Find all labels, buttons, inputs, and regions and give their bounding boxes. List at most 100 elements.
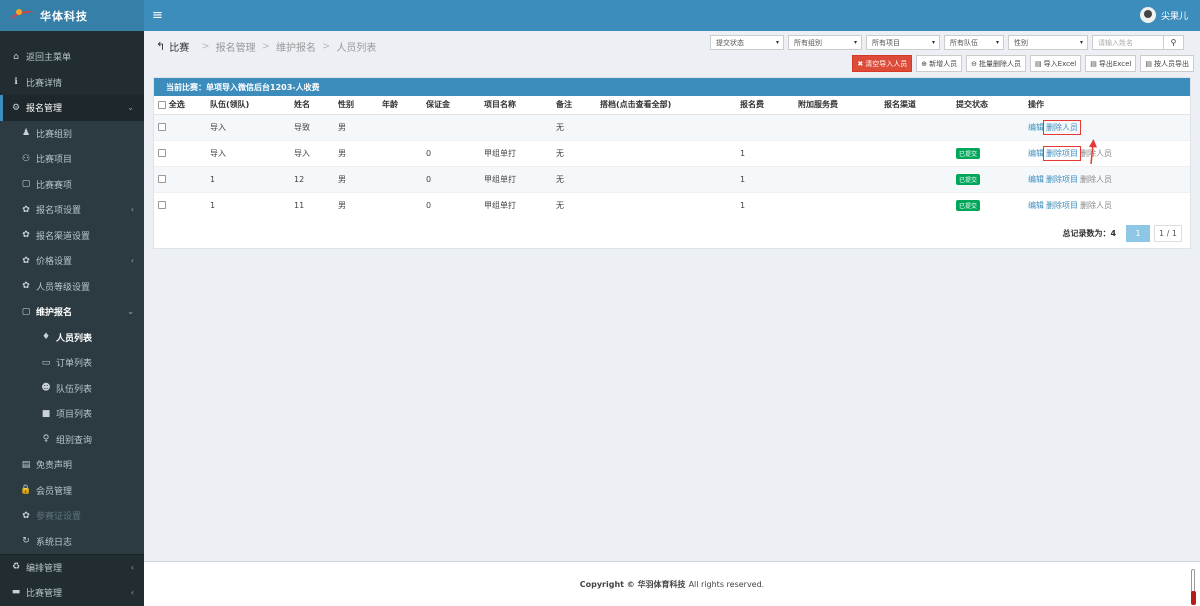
team-select[interactable]: 所有队伍 ▾: [944, 35, 1004, 50]
sidebar-item-registration-management[interactable]: ⚙ 报名管理 ⌄: [0, 95, 144, 121]
header-team: 队伍(领队): [206, 96, 290, 115]
sidebar-item-disclaimer[interactable]: ▤ 免责声明: [0, 452, 144, 478]
export-by-person-button[interactable]: ▤ 按人员导出: [1140, 55, 1194, 72]
sidebar-item-match-details[interactable]: ℹ 比赛详情: [0, 70, 144, 96]
sidebar-nav: ⌂ 返回主菜单 ℹ 比赛详情 ⚙ 报名管理 ⌄ ♟ 比赛组别 ⚇ 比赛项目 ▢ 比赛赛项 ✿ 报…: [0, 44, 144, 605]
project-select[interactable]: 所有项目 ▾: [866, 35, 940, 50]
sidebar-item-badge-settings[interactable]: ✿ 参赛证设置: [0, 503, 144, 529]
brand-logo[interactable]: 华体科技: [0, 0, 144, 31]
sidebar-item-registration-fields[interactable]: ✿ 报名项设置 ‹: [0, 197, 144, 223]
cell-name: 导致: [290, 113, 334, 140]
panel-title: 当前比赛：单项导入微信后台1203-人收费: [154, 78, 1190, 96]
status-badge: 已提交: [956, 147, 981, 159]
gamepad-icon: ⚇: [21, 153, 31, 164]
sidebar-item-label: 人员列表: [56, 333, 93, 344]
edit-link[interactable]: 编辑: [1028, 123, 1044, 132]
delete-project-link[interactable]: 删除项目: [1043, 145, 1081, 161]
cell-project: 甲组单打: [480, 165, 552, 192]
thermometer-icon: [1191, 569, 1196, 605]
sidebar-item-registration-channels[interactable]: ✿ 报名渠道设置: [0, 222, 144, 248]
gear-icon: ✿: [22, 230, 30, 241]
sidebar-item-match-projects[interactable]: ⚇ 比赛项目: [0, 146, 144, 172]
header-partner[interactable]: 搭档(点击查看全部): [596, 96, 736, 115]
batch-delete-button[interactable]: ⊖ 批量删除人员: [966, 55, 1027, 72]
search-button[interactable]: ⚲: [1164, 35, 1184, 50]
cell-extra-fee: [794, 139, 880, 166]
delete-project-link[interactable]: 删除项目: [1046, 201, 1078, 210]
header-age: 年龄: [378, 96, 422, 115]
select-all-header[interactable]: 全选: [154, 96, 206, 115]
add-person-button[interactable]: ⊕ 新增人员: [916, 55, 963, 72]
sidebar-item-order-list[interactable]: ▭ 订单列表: [0, 350, 144, 376]
cell-gender: 男: [334, 139, 378, 166]
delete-person-link[interactable]: 删除人员: [1080, 175, 1112, 184]
header-extra-fee: 附加服务费: [794, 96, 880, 115]
cell-project: [480, 113, 552, 140]
row-checkbox[interactable]: [154, 113, 206, 140]
delete-person-link[interactable]: 删除人员: [1080, 201, 1112, 210]
person-list-panel: 当前比赛：单项导入微信后台1203-人收费 全选 队伍(领队) 姓名 性别 年龄…: [153, 77, 1191, 249]
list-icon: ▬: [11, 587, 21, 598]
sidebar-item-match-events[interactable]: ▢ 比赛赛项: [0, 171, 144, 197]
row-checkbox[interactable]: [154, 165, 206, 192]
menu-toggle-icon[interactable]: ≡: [152, 8, 163, 23]
edit-link[interactable]: 编辑: [1028, 175, 1044, 184]
sidebar-item-member-management[interactable]: 🔒 会员管理: [0, 477, 144, 503]
chevron-down-icon: ⌄: [127, 307, 134, 317]
sidebar-item-person-list[interactable]: ♦ 人员列表: [0, 324, 144, 350]
breadcrumb-item-registration-management[interactable]: 报名管理: [216, 39, 256, 54]
sidebar-item-schedule-management[interactable]: ♻ 编排管理 ‹: [0, 554, 144, 580]
sidebar: 华体科技 ⌂ 返回主菜单 ℹ 比赛详情 ⚙ 报名管理 ⌄ ♟ 比赛组别 ⚇ 比赛项目 ▢ 比赛…: [0, 0, 144, 606]
page-button-current[interactable]: 1: [1126, 224, 1151, 242]
sidebar-item-team-list[interactable]: ☻ 队伍列表: [0, 375, 144, 401]
file-icon: ▤: [1145, 59, 1152, 68]
submit-status-select[interactable]: 提交状态 ▾: [710, 35, 784, 50]
breadcrumb-item-maintain-registration[interactable]: 维护报名: [276, 39, 316, 54]
cell-deposit: 0: [422, 165, 480, 192]
export-excel-button[interactable]: ▤ 导出Excel: [1085, 55, 1137, 72]
cell-team: 导入: [206, 113, 290, 140]
sidebar-item-match-groups[interactable]: ♟ 比赛组别: [0, 120, 144, 146]
breadcrumb-separator: >: [201, 41, 210, 52]
group-select[interactable]: 所有组别 ▾: [788, 35, 862, 50]
back-arrow-icon[interactable]: ↰: [156, 40, 165, 53]
caret-down-icon: ▾: [995, 39, 999, 46]
cell-channel: [880, 191, 952, 218]
delete-person-link[interactable]: 删除人员: [1043, 119, 1081, 135]
sidebar-item-person-levels[interactable]: ✿ 人员等级设置: [0, 273, 144, 299]
sidebar-item-group-query[interactable]: ♀ 组别查询: [0, 426, 144, 452]
checkbox-icon: [158, 100, 166, 109]
sidebar-item-back-to-menu[interactable]: ⌂ 返回主菜单: [0, 44, 144, 70]
breadcrumb-root[interactable]: 比赛: [169, 39, 189, 54]
page-footer: Copyright © 华羽体育科技 All rights reserved.: [144, 561, 1200, 606]
copyright-text: Copyright © 华羽体育科技: [579, 579, 686, 589]
user-menu[interactable]: 尖果儿: [1139, 7, 1188, 23]
cell-partner: [596, 191, 736, 218]
cell-team: 1: [206, 165, 290, 192]
sidebar-item-project-list[interactable]: ■ 项目列表: [0, 401, 144, 427]
cell-age: [378, 191, 422, 218]
sidebar-item-system-log[interactable]: ↻ 系统日志: [0, 528, 144, 554]
sidebar-item-maintain-registration[interactable]: ▢ 维护报名 ⌄: [0, 299, 144, 325]
name-search-input[interactable]: 请输入姓名: [1092, 35, 1164, 50]
row-checkbox[interactable]: [154, 191, 206, 218]
lock-icon: 🔒: [20, 485, 32, 496]
sidebar-item-label: 报名项设置: [36, 206, 82, 217]
clear-imported-button[interactable]: ✖ 清空导入人员: [852, 55, 913, 72]
table-header-row: 全选 队伍(领队) 姓名 性别 年龄 保证金 项目名称 备注 搭档(点击查看全部…: [154, 96, 1190, 115]
edit-link[interactable]: 编辑: [1028, 201, 1044, 210]
cell-project: 甲组单打: [480, 191, 552, 218]
edit-link[interactable]: 编辑: [1028, 149, 1044, 158]
select-value: 提交状态: [716, 38, 744, 47]
status-badge: 已提交: [956, 173, 981, 185]
sidebar-item-price-settings[interactable]: ✿ 价格设置 ‹: [0, 248, 144, 274]
delete-project-link[interactable]: 删除项目: [1046, 175, 1078, 184]
user-name: 尖果儿: [1160, 11, 1188, 22]
cell-partner: [596, 113, 736, 140]
sidebar-item-label: 比赛详情: [26, 78, 63, 89]
import-excel-button[interactable]: ▤ 导入Excel: [1030, 55, 1082, 72]
gender-select[interactable]: 性别 ▾: [1008, 35, 1088, 50]
row-checkbox[interactable]: [154, 139, 206, 166]
cell-deposit: [422, 113, 480, 140]
sidebar-item-match-management[interactable]: ▬ 比赛管理 ‹: [0, 580, 144, 606]
